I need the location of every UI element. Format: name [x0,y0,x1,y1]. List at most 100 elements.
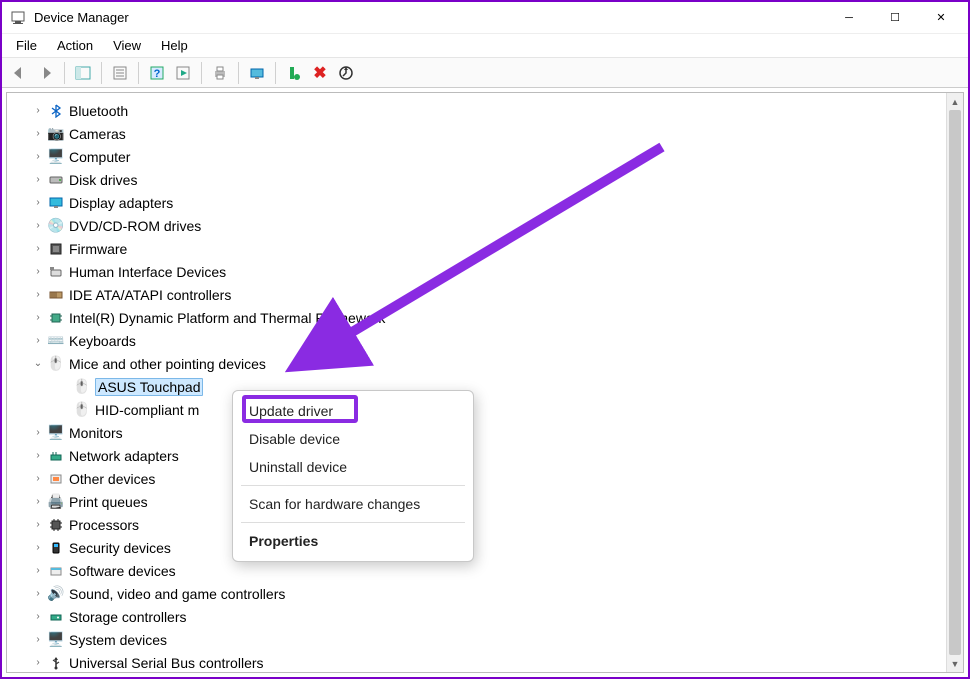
tree-item-software[interactable]: › Software devices [7,559,963,582]
ctx-scan-hardware[interactable]: Scan for hardware changes [233,490,473,518]
menu-action[interactable]: Action [47,36,103,55]
scroll-up-icon[interactable]: ▲ [947,93,963,110]
ctx-uninstall-device[interactable]: Uninstall device [233,453,473,481]
expand-icon[interactable]: › [31,427,45,438]
expand-icon[interactable]: › [31,519,45,530]
menu-help[interactable]: Help [151,36,198,55]
tree-item-other[interactable]: › Other devices [7,467,963,490]
expand-icon[interactable]: › [31,611,45,622]
properties-button[interactable] [108,61,132,85]
tree-item-computer[interactable]: › 🖥️ Computer [7,145,963,168]
firmware-icon [47,242,65,256]
tree-item-usb[interactable]: › Universal Serial Bus controllers [7,651,963,673]
expand-icon[interactable]: › [31,588,45,599]
tree-item-system[interactable]: › 🖥️ System devices [7,628,963,651]
expand-icon[interactable]: › [31,151,45,162]
expand-icon[interactable]: › [31,128,45,139]
tree-label: Universal Serial Bus controllers [69,655,264,671]
print-button[interactable] [208,61,232,85]
scroll-thumb[interactable] [949,110,961,655]
tree-item-intel[interactable]: › Intel(R) Dynamic Platform and Thermal … [7,306,963,329]
uninstall-button[interactable]: ✖ [308,61,332,85]
expand-icon[interactable]: › [31,335,45,346]
expand-icon[interactable]: › [31,496,45,507]
tree-item-dvd[interactable]: › 💿 DVD/CD-ROM drives [7,214,963,237]
minimize-button[interactable]: ─ [826,3,872,33]
tree-item-asus-touchpad[interactable]: 🖱️ ASUS Touchpad [7,375,963,398]
action-button[interactable] [171,61,195,85]
expand-icon[interactable]: › [31,197,45,208]
expand-icon[interactable]: › [31,473,45,484]
tree-item-processors[interactable]: › Processors [7,513,963,536]
tree-item-keyboards[interactable]: › ⌨️ Keyboards [7,329,963,352]
camera-icon: 📷 [47,125,65,142]
tree-item-firmware[interactable]: › Firmware [7,237,963,260]
menubar: File Action View Help [2,34,968,58]
cpu-icon [47,518,65,532]
expand-icon[interactable]: › [31,634,45,645]
scan-button[interactable] [245,61,269,85]
tree-item-print[interactable]: › 🖨️ Print queues [7,490,963,513]
tree-item-display[interactable]: › Display adapters [7,191,963,214]
tree-label: Other devices [69,471,155,487]
expand-icon[interactable]: › [31,174,45,185]
expand-icon[interactable]: › [31,450,45,461]
tree-label: IDE ATA/ATAPI controllers [69,287,231,303]
tree-item-monitors[interactable]: › 🖥️ Monitors [7,421,963,444]
maximize-button[interactable]: ☐ [872,3,918,33]
expand-icon[interactable]: › [31,542,45,553]
enable-button[interactable] [282,61,306,85]
tree-item-security[interactable]: › Security devices [7,536,963,559]
expand-icon[interactable]: › [31,220,45,231]
chip-icon [47,311,65,325]
toolbar: ? ✖ [2,58,968,88]
expand-icon[interactable]: › [31,565,45,576]
mouse-icon: 🖱️ [73,401,91,418]
tree-item-storage[interactable]: › Storage controllers [7,605,963,628]
tree-label: Firmware [69,241,127,257]
device-tree[interactable]: › Bluetooth › 📷 Cameras › 🖥️ Computer › … [7,99,963,673]
dvd-icon: 💿 [47,217,65,234]
tree-item-ide[interactable]: › IDE ATA/ATAPI controllers [7,283,963,306]
tree-label: Storage controllers [69,609,187,625]
tree-label: Disk drives [69,172,137,188]
close-button[interactable]: ✕ [918,3,964,33]
collapse-icon[interactable]: ⌄ [31,358,45,369]
expand-icon[interactable]: › [31,105,45,116]
update-driver-button[interactable] [334,61,358,85]
ctx-properties[interactable]: Properties [233,527,473,555]
bluetooth-icon [47,104,65,118]
tree-item-hid-mouse[interactable]: 🖱️ HID-compliant m [7,398,963,421]
expand-icon[interactable]: › [31,289,45,300]
software-icon [47,564,65,578]
forward-button[interactable] [34,61,58,85]
tree-label: Print queues [69,494,148,510]
menu-view[interactable]: View [103,36,151,55]
ctx-update-driver[interactable]: Update driver [233,397,473,425]
tree-label: System devices [69,632,167,648]
vertical-scrollbar[interactable]: ▲ ▼ [946,93,963,672]
ctx-disable-device[interactable]: Disable device [233,425,473,453]
tree-label: DVD/CD-ROM drives [69,218,201,234]
scroll-down-icon[interactable]: ▼ [947,655,963,672]
back-button[interactable] [8,61,32,85]
printer-icon: 🖨️ [47,493,65,510]
expand-icon[interactable]: › [31,312,45,323]
tree-item-hid[interactable]: › Human Interface Devices [7,260,963,283]
tree-item-disk[interactable]: › Disk drives [7,168,963,191]
mouse-icon: 🖱️ [47,355,65,372]
expand-icon[interactable]: › [31,657,45,668]
device-tree-panel: › Bluetooth › 📷 Cameras › 🖥️ Computer › … [6,92,964,673]
tree-item-cameras[interactable]: › 📷 Cameras [7,122,963,145]
menu-file[interactable]: File [6,36,47,55]
sound-icon: 🔊 [47,585,65,602]
tree-item-mice[interactable]: ⌄ 🖱️ Mice and other pointing devices [7,352,963,375]
tree-item-network[interactable]: › Network adapters [7,444,963,467]
tree-item-bluetooth[interactable]: › Bluetooth [7,99,963,122]
expand-icon[interactable]: › [31,243,45,254]
tree-item-sound[interactable]: › 🔊 Sound, video and game controllers [7,582,963,605]
expand-icon[interactable]: › [31,266,45,277]
help-button[interactable]: ? [145,61,169,85]
tree-label-selected: ASUS Touchpad [95,378,203,396]
show-hide-tree-button[interactable] [71,61,95,85]
